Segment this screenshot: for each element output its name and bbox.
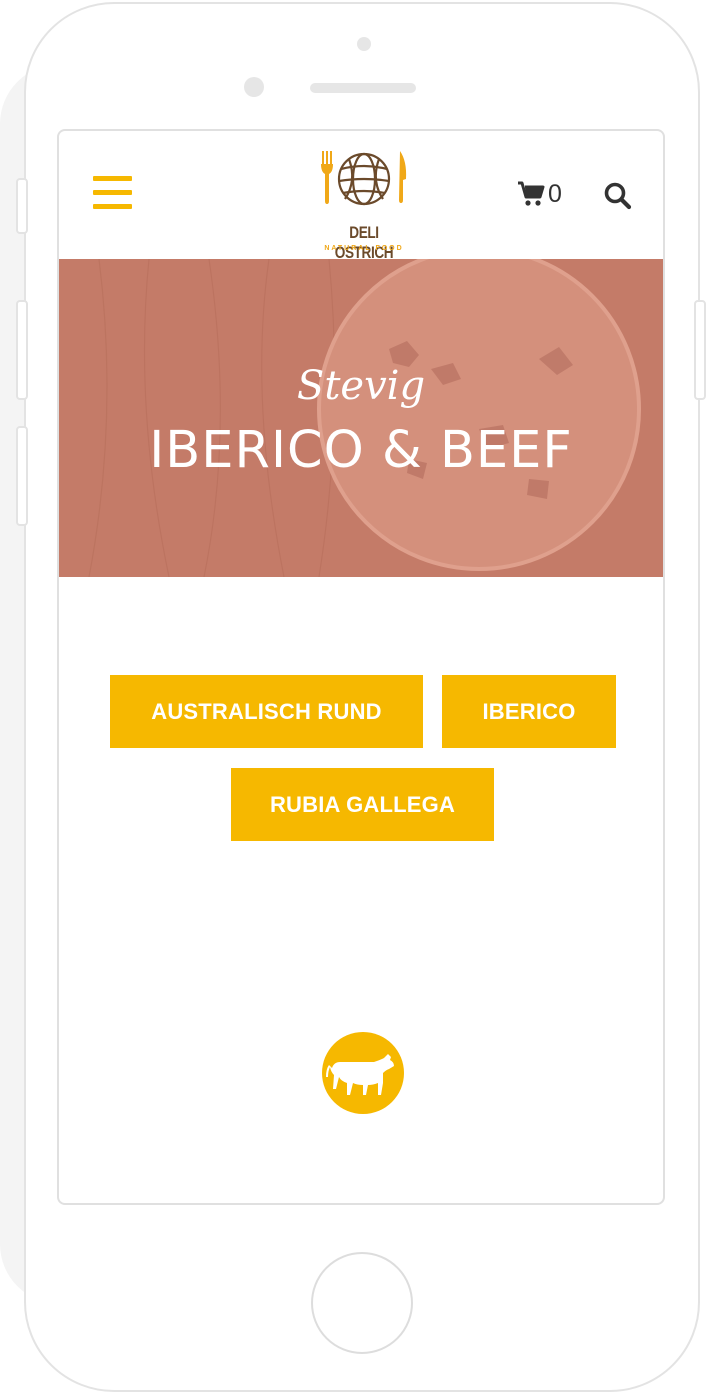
category-button-australisch-rund[interactable]: AUSTRALISCH RUND [110, 675, 423, 748]
phone-side-button-power [694, 300, 706, 400]
phone-speaker [310, 83, 416, 93]
cart-button[interactable]: 0 [517, 179, 562, 209]
category-button-rubia-gallega[interactable]: RUBIA GALLEGA [231, 768, 494, 841]
hero-banner: Stevig IBERICO & BEEF [59, 259, 663, 577]
cow-icon [326, 1054, 394, 1095]
phone-home-button[interactable] [311, 1252, 413, 1354]
cart-count: 0 [548, 179, 562, 208]
hero-overline: Stevig [296, 363, 426, 409]
cow-badge [322, 1032, 404, 1114]
phone-sensor [244, 77, 264, 97]
phone-side-button-mute [16, 178, 28, 234]
globe-cutlery-logo-icon [321, 151, 407, 206]
phone-side-button-volume-down [16, 426, 28, 526]
deli-ostrich-logo[interactable]: DELI OSTRICH NATURAL FOOD [309, 145, 419, 262]
phone-screen: DELI OSTRICH NATURAL FOOD 0 Stevig IBERI… [57, 129, 665, 1205]
logo-subtitle: NATURAL FOOD [324, 245, 404, 252]
hamburger-menu-icon[interactable] [93, 176, 133, 210]
category-button-iberico[interactable]: IBERICO [442, 675, 616, 748]
search-button[interactable] [603, 181, 633, 211]
hero-background-image [59, 259, 663, 577]
logo-title: DELI OSTRICH [334, 223, 394, 262]
hero-title: IBERICO & BEEF [149, 421, 573, 480]
phone-side-button-volume-up [16, 300, 28, 400]
search-icon [604, 182, 632, 210]
phone-camera [357, 37, 371, 51]
shopping-cart-icon [518, 181, 545, 206]
